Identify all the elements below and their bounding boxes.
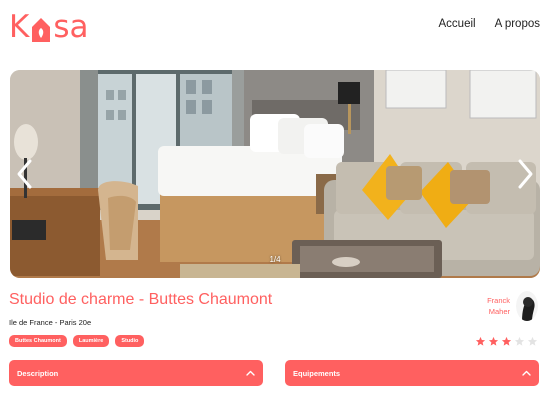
tag-studio: Studio — [115, 335, 145, 347]
host-name: Franck Maher — [487, 295, 510, 317]
nav-link-accueil[interactable]: Accueil — [439, 18, 476, 30]
description-collapse[interactable]: Description — [9, 360, 263, 386]
listing-title: Studio de charme - Buttes Chaumont — [9, 291, 273, 308]
star-empty-icon — [514, 336, 525, 346]
star-filled-icon — [488, 336, 499, 346]
listing-location: Ile de France - Paris 20e — [9, 318, 92, 327]
kasa-logo[interactable]: K sa — [9, 9, 89, 45]
logo-letters-sa: sa — [53, 9, 89, 45]
slide-counter: 1/4 — [269, 255, 281, 264]
chevron-up-icon — [522, 370, 531, 376]
photo-carousel: 1/4 — [10, 70, 540, 278]
equipements-label: Equipements — [293, 368, 341, 378]
house-logo-icon — [32, 18, 51, 42]
host-last-name: Maher — [488, 307, 510, 316]
nav-link-a-propos[interactable]: A propos — [495, 18, 540, 30]
chevron-up-icon — [246, 370, 255, 376]
host-info: Franck Maher — [487, 291, 538, 321]
host-avatar — [516, 291, 538, 321]
star-filled-icon — [475, 336, 486, 346]
description-label: Description — [17, 368, 59, 378]
host-first-name: Franck — [487, 296, 510, 305]
main-nav: Accueil A propos — [439, 18, 540, 30]
previous-arrow-icon[interactable] — [14, 158, 36, 190]
tag-laumiere: Laumière — [72, 335, 110, 347]
star-filled-icon — [501, 336, 512, 346]
rating-stars — [475, 336, 538, 347]
site-header: K sa Accueil A propos — [0, 0, 550, 60]
equipements-collapse[interactable]: Equipements — [285, 360, 539, 386]
next-arrow-icon[interactable] — [514, 158, 536, 190]
apartment-photo — [10, 70, 540, 278]
tag-buttes-chaumont: Buttes Chaumont — [9, 335, 67, 347]
star-empty-icon — [527, 336, 538, 346]
tag-list: Buttes Chaumont Laumière Studio — [9, 335, 145, 347]
logo-letter-k: K — [9, 9, 30, 45]
